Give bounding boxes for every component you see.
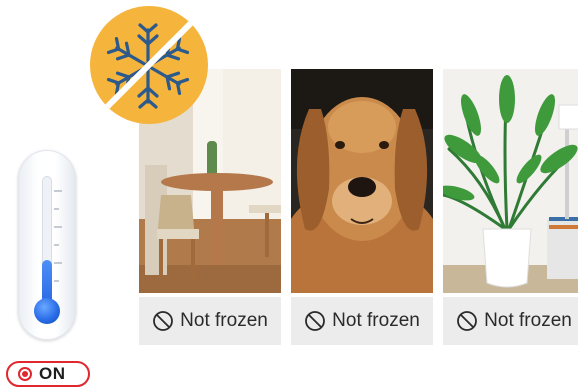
photo-card-golden-retriever[interactable]: Not frozen (291, 69, 433, 345)
prohibited-icon (153, 311, 174, 331)
thermometer-bulb (34, 298, 60, 324)
prohibited-icon (305, 311, 326, 331)
status-caption: Not frozen (139, 297, 281, 345)
thermometer-tube (42, 176, 52, 316)
on-toggle-button[interactable]: ON (6, 361, 90, 387)
status-caption: Not frozen (291, 297, 433, 345)
thermometer (18, 150, 76, 340)
prohibited-icon (457, 311, 478, 331)
potted-palm-photo (443, 69, 578, 293)
status-caption: Not frozen (443, 297, 578, 345)
freeze-badge (90, 6, 208, 124)
status-label: Not frozen (332, 310, 420, 331)
toggle-label: ON (39, 364, 66, 383)
snowflake-icon (101, 17, 197, 113)
status-label: Not frozen (484, 310, 572, 331)
photo-card-potted-palm[interactable]: Not frozen (443, 69, 578, 345)
status-label: Not frozen (180, 310, 268, 331)
golden-retriever-photo (291, 69, 433, 293)
record-dot-icon (18, 367, 32, 381)
